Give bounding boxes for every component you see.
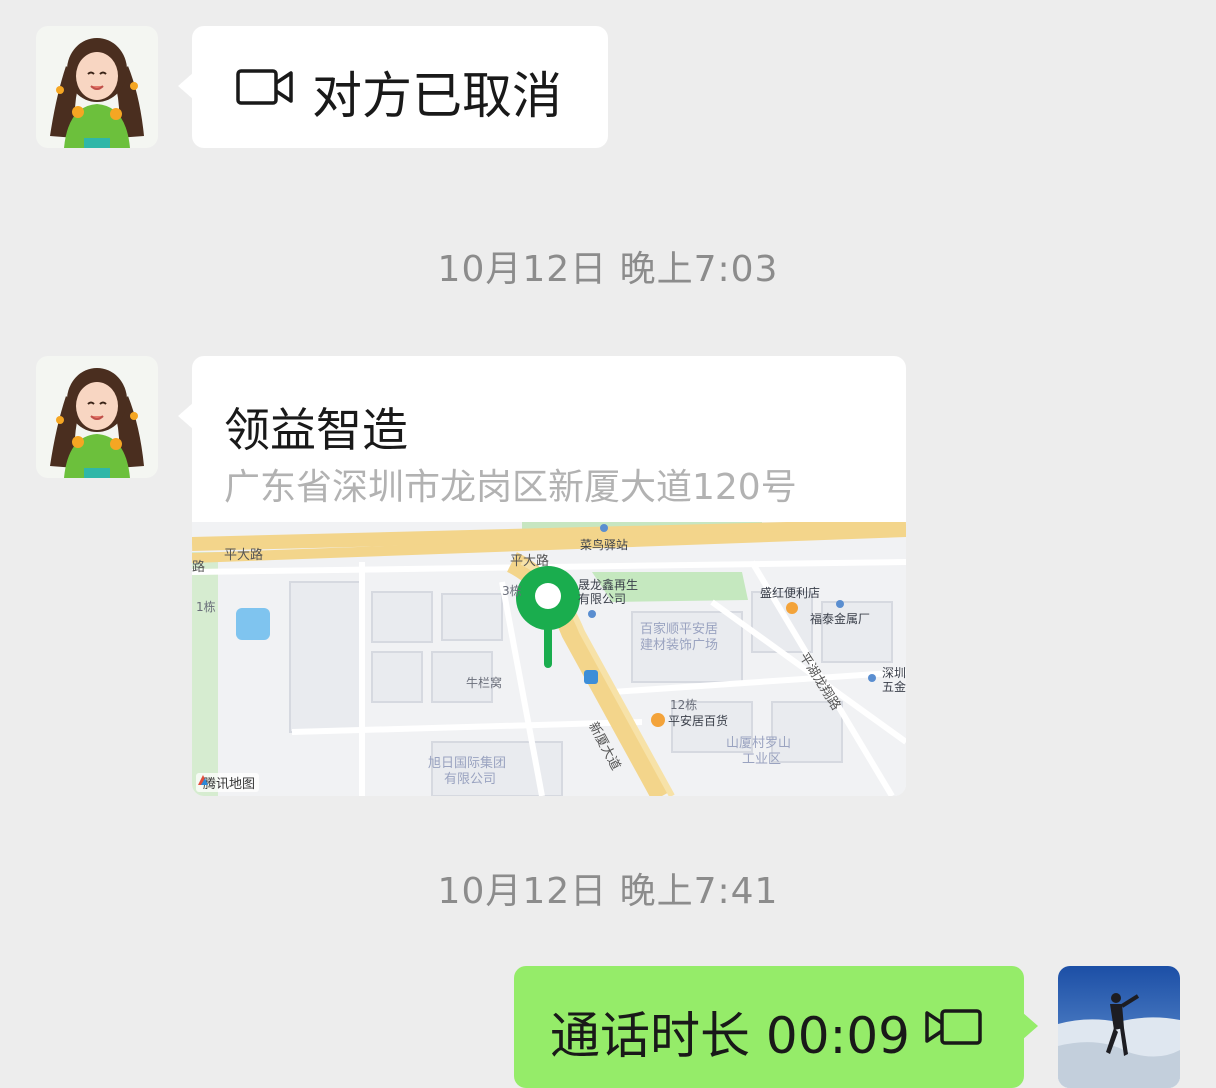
map-poi: 福泰金属厂 bbox=[810, 612, 871, 626]
location-address: 广东省深圳市龙岗区新厦大道120号 bbox=[224, 467, 797, 508]
video-camera-icon bbox=[236, 68, 294, 110]
map-poi: 有限公司 bbox=[444, 772, 497, 787]
call-duration-bubble[interactable]: 通话时长 00:09 bbox=[514, 966, 1038, 1088]
map-poi: 有限公司 bbox=[578, 592, 627, 606]
map-poi: 工业区 bbox=[742, 752, 782, 767]
location-map-preview[interactable]: 平大路 平大路 路 新厦大道 平湖龙翔路 菜鸟驿站 晟龙鑫再生 有限公司 盛红便… bbox=[192, 522, 906, 796]
map-poi: 旭日国际集团 bbox=[428, 756, 507, 771]
call-status-text: 对方已取消 bbox=[312, 67, 562, 125]
map-poi: 1栋 bbox=[196, 600, 216, 614]
map-road-label: 平大路 bbox=[510, 554, 550, 569]
map-poi: 3栋 bbox=[502, 584, 522, 598]
map-poi: 五金 bbox=[882, 680, 906, 694]
video-camera-icon bbox=[924, 1008, 982, 1050]
timestamp: 10月12日 晚上7:03 bbox=[437, 249, 779, 290]
my-avatar[interactable] bbox=[1058, 966, 1180, 1088]
map-road-label: 路 bbox=[192, 560, 206, 575]
map-poi: 百家顺平安居 bbox=[640, 622, 719, 637]
contact-avatar[interactable] bbox=[36, 26, 158, 148]
map-poi: 牛栏窝 bbox=[466, 676, 503, 690]
map-poi: 盛红便利店 bbox=[760, 586, 821, 600]
map-road-label: 平大路 bbox=[224, 548, 264, 563]
map-poi: 平安居百货 bbox=[668, 714, 729, 728]
map-poi: 建材装饰广场 bbox=[640, 638, 719, 653]
location-message-card[interactable]: 领益智造 广东省深圳市龙岗区新厦大道120号 平大路 平大路 路 新厦大道 平湖… bbox=[178, 356, 906, 796]
map-poi: 山厦村罗山 bbox=[726, 736, 792, 751]
timestamp: 10月12日 晚上7:41 bbox=[437, 871, 779, 912]
call-duration-text: 通话时长 00:09 bbox=[550, 1007, 910, 1065]
map-poi: 菜鸟驿站 bbox=[580, 538, 629, 552]
location-title: 领益智造 bbox=[224, 403, 408, 457]
map-poi: 12栋 bbox=[670, 698, 698, 712]
map-attribution: 腾讯地图 bbox=[196, 773, 260, 792]
call-cancelled-bubble[interactable]: 对方已取消 bbox=[178, 26, 608, 148]
map-attribution-text: 腾讯地图 bbox=[203, 777, 256, 792]
contact-avatar[interactable] bbox=[36, 356, 158, 478]
